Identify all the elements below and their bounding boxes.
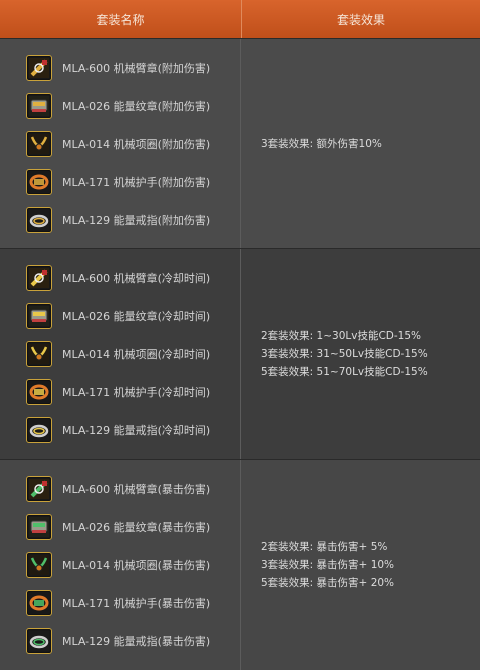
- effect-line: 2套装效果: 暴击伤害+ 5%: [261, 541, 388, 553]
- ring-icon: [26, 628, 52, 654]
- necklace-icon: [26, 341, 52, 367]
- header-set-name: 套装名称: [0, 0, 242, 38]
- item-label: MLA-026 能量纹章(附加伤害): [62, 100, 211, 113]
- set-effect-cell: 2套装效果: 1~30Lv技能CD-15% 3套装效果: 31~50Lv技能CD-…: [241, 249, 480, 459]
- effect-line: 5套装效果: 51~70Lv技能CD-15%: [261, 366, 428, 378]
- effect-line: 3套装效果: 暴击伤害+ 10%: [261, 559, 395, 571]
- list-item[interactable]: MLA-129 能量戒指(附加伤害): [0, 201, 240, 239]
- effect-line: 3套装效果: 31~50Lv技能CD-15%: [261, 348, 428, 360]
- list-item[interactable]: MLA-600 机械臂章(冷却时间): [0, 259, 240, 297]
- list-item[interactable]: MLA-171 机械护手(暴击伤害): [0, 584, 240, 622]
- set-effect-cell: 2套装效果: 暴击伤害+ 5% 3套装效果: 暴击伤害+ 10% 5套装效果: 暴击…: [241, 460, 480, 670]
- armband-icon: [26, 55, 52, 81]
- item-label: MLA-129 能量戒指(冷却时间): [62, 424, 211, 437]
- header-set-effect: 套装效果: [336, 12, 385, 27]
- bracelet-icon: [26, 169, 52, 195]
- item-label: MLA-600 机械臂章(冷却时间): [62, 272, 211, 285]
- set-group-2: MLA-600 机械臂章(冷却时间) MLA-026 能量纹章(冷却时间) ML…: [0, 248, 480, 459]
- item-label: MLA-600 机械臂章(暴击伤害): [62, 483, 211, 496]
- necklace-icon: [26, 131, 52, 157]
- set-group-3: MLA-600 机械臂章(暴击伤害) MLA-026 能量纹章(暴击伤害) ML…: [0, 459, 480, 670]
- list-item[interactable]: MLA-014 机械项圈(冷却时间): [0, 335, 240, 373]
- item-label: MLA-129 能量戒指(附加伤害): [62, 214, 211, 227]
- list-item[interactable]: MLA-026 能量纹章(附加伤害): [0, 87, 240, 125]
- ring-icon: [26, 207, 52, 233]
- list-item[interactable]: MLA-026 能量纹章(暴击伤害): [0, 508, 240, 546]
- emblem-icon: [26, 93, 52, 119]
- set-items-cell: MLA-600 机械臂章(附加伤害) MLA-026 能量纹章(附加伤害) ML…: [0, 39, 241, 248]
- effect-line: 3套装效果: 额外伤害10%: [261, 137, 382, 150]
- list-item[interactable]: MLA-129 能量戒指(冷却时间): [0, 411, 240, 449]
- set-items-cell: MLA-600 机械臂章(暴击伤害) MLA-026 能量纹章(暴击伤害) ML…: [0, 460, 241, 670]
- item-label: MLA-014 机械项圈(冷却时间): [62, 348, 211, 361]
- set-items-cell: MLA-600 机械臂章(冷却时间) MLA-026 能量纹章(冷却时间) ML…: [0, 249, 241, 459]
- item-label: MLA-014 机械项圈(暴击伤害): [62, 559, 211, 572]
- bracelet-icon: [26, 379, 52, 405]
- item-label: MLA-171 机械护手(暴击伤害): [62, 597, 211, 610]
- list-item[interactable]: MLA-600 机械臂章(暴击伤害): [0, 470, 240, 508]
- effect-line: 5套装效果: 暴击伤害+ 20%: [261, 577, 395, 589]
- list-item[interactable]: MLA-014 机械项圈(附加伤害): [0, 125, 240, 163]
- effect-line: 2套装效果: 1~30Lv技能CD-15%: [261, 330, 422, 342]
- list-item[interactable]: MLA-171 机械护手(冷却时间): [0, 373, 240, 411]
- list-item[interactable]: MLA-171 机械护手(附加伤害): [0, 163, 240, 201]
- item-label: MLA-171 机械护手(冷却时间): [62, 386, 211, 399]
- table-header: 套装名称 套装效果: [0, 0, 480, 38]
- item-label: MLA-171 机械护手(附加伤害): [62, 176, 211, 189]
- ring-icon: [26, 417, 52, 443]
- armband-icon: [26, 265, 52, 291]
- list-item[interactable]: MLA-014 机械项圈(暴击伤害): [0, 546, 240, 584]
- item-label: MLA-129 能量戒指(暴击伤害): [62, 635, 211, 648]
- set-group-1: MLA-600 机械臂章(附加伤害) MLA-026 能量纹章(附加伤害) ML…: [0, 38, 480, 248]
- emblem-icon: [26, 303, 52, 329]
- set-effect-cell: 3套装效果: 额外伤害10%: [241, 39, 480, 248]
- item-label: MLA-026 能量纹章(冷却时间): [62, 310, 211, 323]
- list-item[interactable]: MLA-129 能量戒指(暴击伤害): [0, 622, 240, 660]
- set-table: 套装名称 套装效果 MLA-600 机械臂章(附加伤害) MLA-026 能量纹…: [0, 0, 480, 670]
- list-item[interactable]: MLA-026 能量纹章(冷却时间): [0, 297, 240, 335]
- item-label: MLA-026 能量纹章(暴击伤害): [62, 521, 211, 534]
- emblem-icon: [26, 514, 52, 540]
- necklace-icon: [26, 552, 52, 578]
- list-item[interactable]: MLA-600 机械臂章(附加伤害): [0, 49, 240, 87]
- armband-icon: [26, 476, 52, 502]
- bracelet-icon: [26, 590, 52, 616]
- item-label: MLA-014 机械项圈(附加伤害): [62, 138, 211, 151]
- item-label: MLA-600 机械臂章(附加伤害): [62, 62, 211, 75]
